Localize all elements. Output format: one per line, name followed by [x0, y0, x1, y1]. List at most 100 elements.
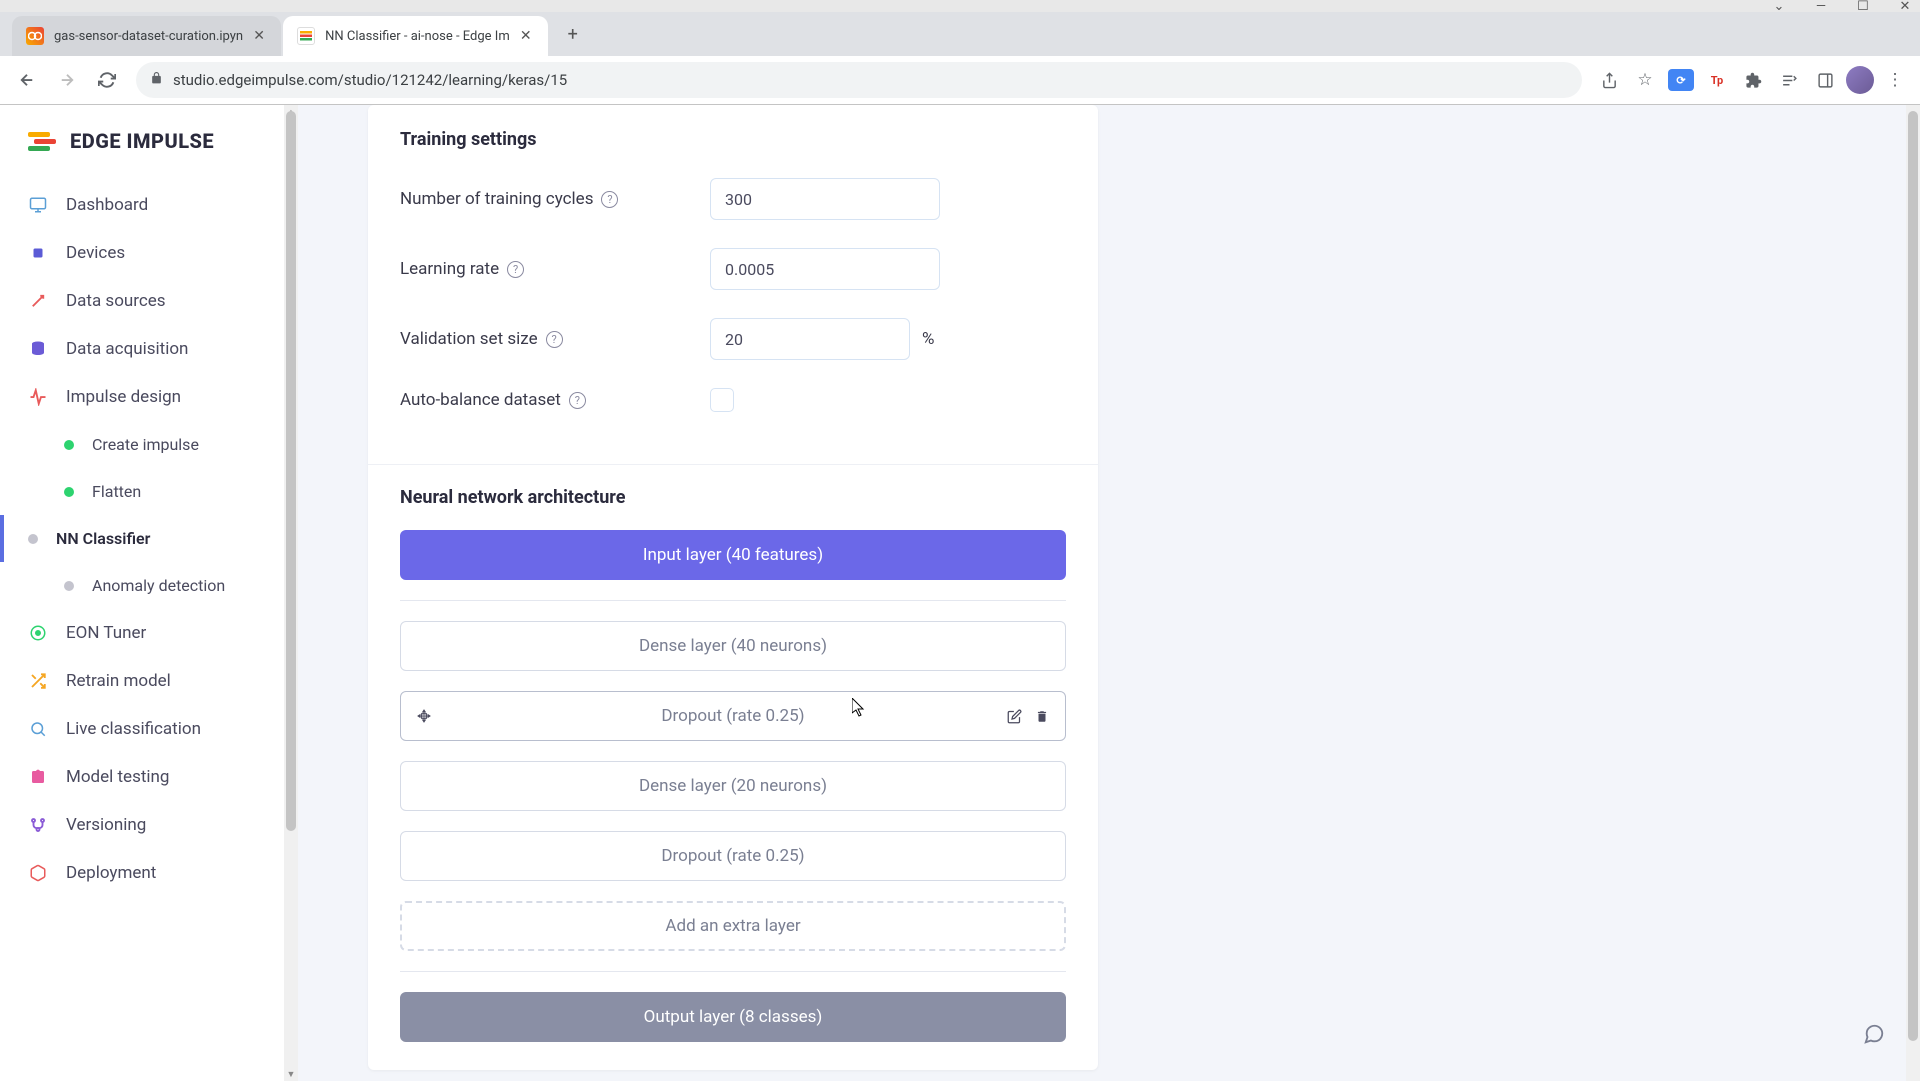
- validation-set-input[interactable]: [710, 318, 910, 360]
- training-cycles-input[interactable]: [710, 178, 940, 220]
- sidebar-item-devices[interactable]: Devices: [0, 229, 284, 277]
- logo-text: EDGE IMPULSE: [70, 129, 214, 153]
- shuffle-icon: [28, 671, 48, 691]
- forward-button[interactable]: [50, 63, 84, 97]
- layer-stack: Input layer (40 features) Dense layer (4…: [400, 530, 1066, 1042]
- browser-tab-1[interactable]: NN Classifier - ai-nose - Edge Im ✕: [283, 16, 548, 56]
- sidebar-item-label: Create impulse: [92, 435, 199, 454]
- delete-layer-icon[interactable]: [1031, 705, 1053, 727]
- back-button[interactable]: [10, 63, 44, 97]
- browser-tab-0[interactable]: gas-sensor-dataset-curation.ipyn ✕: [12, 16, 281, 56]
- sidebar-item-label: Impulse design: [66, 387, 181, 407]
- validation-set-row: Validation set size ? %: [400, 318, 1066, 360]
- edit-layer-icon[interactable]: [1003, 705, 1025, 727]
- help-icon[interactable]: ?: [507, 261, 524, 278]
- profile-avatar[interactable]: [1846, 66, 1874, 94]
- tab-title: gas-sensor-dataset-curation.ipyn: [54, 29, 243, 44]
- dense-layer-0[interactable]: Dense layer (40 neurons): [400, 621, 1066, 671]
- learning-rate-input[interactable]: [710, 248, 940, 290]
- input-layer[interactable]: Input layer (40 features): [400, 530, 1066, 580]
- sidebar-item-model-testing[interactable]: Model testing: [0, 753, 284, 801]
- sidebar-item-create-impulse[interactable]: Create impulse: [0, 421, 284, 468]
- sidebar-item-impulse-design[interactable]: Impulse design: [0, 373, 284, 421]
- sidebar-item-live-classification[interactable]: Live classification: [0, 705, 284, 753]
- layer-separator: [400, 971, 1066, 972]
- main-content: Training settings Number of training cyc…: [298, 105, 1920, 1081]
- extensions-puzzle-icon[interactable]: [1738, 65, 1768, 95]
- dropout-layer-1[interactable]: Dropout (rate 0.25): [400, 831, 1066, 881]
- sidebar-item-flatten[interactable]: Flatten: [0, 468, 284, 515]
- window-maximize-icon[interactable]: ☐: [1856, 0, 1870, 13]
- sidebar-item-versioning[interactable]: Versioning: [0, 801, 284, 849]
- browser-chrome: ⌄ — ☐ ✕ gas-sensor-dataset-curation.ipyn…: [0, 0, 1920, 105]
- logo[interactable]: EDGE IMPULSE: [0, 129, 284, 181]
- sidebar-item-dashboard[interactable]: Dashboard: [0, 181, 284, 229]
- new-tab-button[interactable]: +: [556, 17, 590, 51]
- chrome-menu-icon[interactable]: ⋮: [1880, 65, 1910, 95]
- add-layer-button[interactable]: Add an extra layer: [400, 901, 1066, 951]
- chat-help-button[interactable]: [1860, 1020, 1888, 1048]
- reload-button[interactable]: [90, 63, 124, 97]
- sidebar-item-nn-classifier[interactable]: NN Classifier: [0, 515, 284, 562]
- main-scrollbar[interactable]: [1906, 105, 1920, 1081]
- sidebar-item-label: Anomaly detection: [92, 576, 225, 595]
- sidebar-item-anomaly-detection[interactable]: Anomaly detection: [0, 562, 284, 609]
- scroll-down-icon[interactable]: ▼: [284, 1067, 298, 1081]
- extension-sync-icon[interactable]: ⟳: [1666, 65, 1696, 95]
- sidebar-item-data-acquisition[interactable]: Data acquisition: [0, 325, 284, 373]
- share-icon[interactable]: [1594, 65, 1624, 95]
- sidebar-scrollbar[interactable]: ▲ ▼: [284, 105, 298, 1081]
- help-icon[interactable]: ?: [601, 191, 618, 208]
- help-icon[interactable]: ?: [569, 392, 586, 409]
- bookmark-star-icon[interactable]: ☆: [1630, 65, 1660, 95]
- learning-rate-label: Learning rate ?: [400, 259, 710, 279]
- tab-close-icon[interactable]: ✕: [518, 28, 534, 44]
- move-layer-icon[interactable]: [413, 705, 435, 727]
- scroll-thumb[interactable]: [286, 111, 296, 831]
- tab-close-icon[interactable]: ✕: [251, 28, 267, 44]
- sidebar-item-data-sources[interactable]: Data sources: [0, 277, 284, 325]
- sidebar-item-label: Data sources: [66, 291, 166, 311]
- sidebar-item-label: Devices: [66, 243, 125, 263]
- reading-list-icon[interactable]: [1774, 65, 1804, 95]
- dropout-layer-0[interactable]: Dropout (rate 0.25): [400, 691, 1066, 741]
- sidebar-item-label: EON Tuner: [66, 623, 146, 643]
- help-icon[interactable]: ?: [546, 331, 563, 348]
- sidebar-item-retrain-model[interactable]: Retrain model: [0, 657, 284, 705]
- output-layer[interactable]: Output layer (8 classes): [400, 992, 1066, 1042]
- sidebar-container: EDGE IMPULSE Dashboard Devices Data sour…: [0, 105, 298, 1081]
- logo-mark-icon: [28, 130, 58, 152]
- scroll-thumb[interactable]: [1908, 111, 1918, 1041]
- package-icon: [28, 863, 48, 883]
- database-icon: [28, 339, 48, 359]
- status-dot-icon: [64, 487, 74, 497]
- architecture-heading: Neural network architecture: [400, 487, 1066, 508]
- layer-separator: [400, 600, 1066, 601]
- side-panel-icon[interactable]: [1810, 65, 1840, 95]
- training-cycles-row: Number of training cycles ?: [400, 178, 1066, 220]
- extension-tp-icon[interactable]: Tp: [1702, 65, 1732, 95]
- window-chevron-icon[interactable]: ⌄: [1772, 0, 1786, 13]
- window-close-icon[interactable]: ✕: [1898, 0, 1912, 13]
- training-settings-section: Training settings Number of training cyc…: [368, 105, 1098, 465]
- address-bar[interactable]: studio.edgeimpulse.com/studio/121242/lea…: [136, 62, 1582, 98]
- auto-balance-checkbox[interactable]: [710, 388, 734, 412]
- training-settings-heading: Training settings: [400, 129, 1066, 150]
- dense-layer-1[interactable]: Dense layer (20 neurons): [400, 761, 1066, 811]
- sidebar-item-label: NN Classifier: [56, 529, 150, 548]
- status-dot-icon: [64, 581, 74, 591]
- window-controls: ⌄ — ☐ ✕: [0, 0, 1920, 12]
- sidebar-item-eon-tuner[interactable]: EON Tuner: [0, 609, 284, 657]
- sidebar-item-label: Flatten: [92, 482, 141, 501]
- tab-title: NN Classifier - ai-nose - Edge Im: [325, 29, 510, 44]
- window-minimize-icon[interactable]: —: [1814, 0, 1828, 13]
- app-root: EDGE IMPULSE Dashboard Devices Data sour…: [0, 105, 1920, 1081]
- sidebar-item-label: Deployment: [66, 863, 156, 883]
- sidebar-item-deployment[interactable]: Deployment: [0, 849, 284, 897]
- pulse-icon: [28, 387, 48, 407]
- address-row: studio.edgeimpulse.com/studio/121242/lea…: [0, 56, 1920, 104]
- sidebar-item-label: Versioning: [66, 815, 146, 835]
- status-dot-icon: [28, 534, 38, 544]
- sidebar-item-label: Retrain model: [66, 671, 171, 691]
- training-card: Training settings Number of training cyc…: [368, 105, 1098, 1070]
